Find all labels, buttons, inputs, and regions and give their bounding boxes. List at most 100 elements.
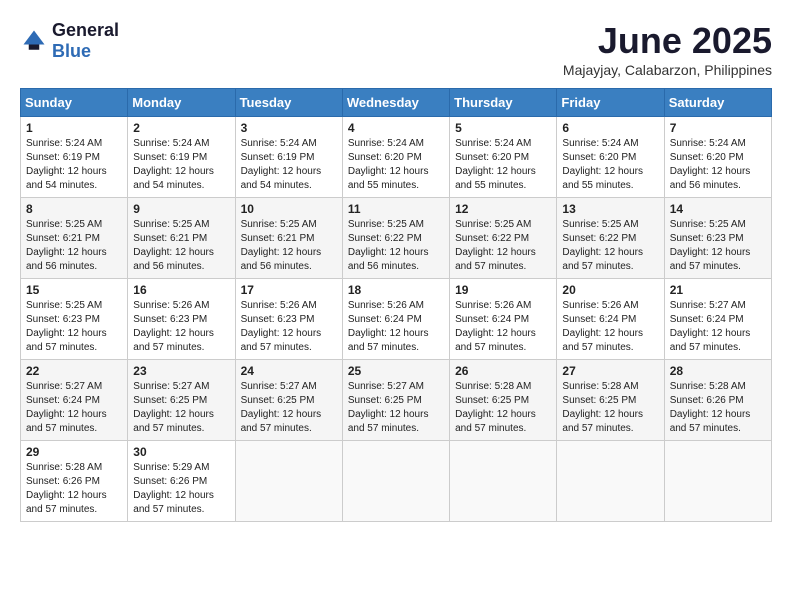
table-row: 22 Sunrise: 5:27 AM Sunset: 6:24 PM Dayl… bbox=[21, 360, 128, 441]
day-detail: Sunrise: 5:24 AM Sunset: 6:19 PM Dayligh… bbox=[26, 137, 122, 193]
table-row: 12 Sunrise: 5:25 AM Sunset: 6:22 PM Dayl… bbox=[450, 198, 557, 279]
table-row: 10 Sunrise: 5:25 AM Sunset: 6:21 PM Dayl… bbox=[235, 198, 342, 279]
table-row: 15 Sunrise: 5:25 AM Sunset: 6:23 PM Dayl… bbox=[21, 279, 128, 360]
table-row: 26 Sunrise: 5:28 AM Sunset: 6:25 PM Dayl… bbox=[450, 360, 557, 441]
table-row: 19 Sunrise: 5:26 AM Sunset: 6:24 PM Dayl… bbox=[450, 279, 557, 360]
table-row: 25 Sunrise: 5:27 AM Sunset: 6:25 PM Dayl… bbox=[342, 360, 449, 441]
day-detail: Sunrise: 5:27 AM Sunset: 6:25 PM Dayligh… bbox=[241, 380, 337, 436]
table-row bbox=[664, 441, 771, 522]
logo-text: General Blue bbox=[52, 20, 119, 62]
table-row: 1 Sunrise: 5:24 AM Sunset: 6:19 PM Dayli… bbox=[21, 117, 128, 198]
header-wednesday: Wednesday bbox=[342, 89, 449, 117]
day-detail: Sunrise: 5:28 AM Sunset: 6:26 PM Dayligh… bbox=[26, 461, 122, 517]
table-row bbox=[235, 441, 342, 522]
day-number: 17 bbox=[241, 283, 337, 297]
day-number: 8 bbox=[26, 202, 122, 216]
day-detail: Sunrise: 5:25 AM Sunset: 6:22 PM Dayligh… bbox=[455, 218, 551, 274]
table-row: 18 Sunrise: 5:26 AM Sunset: 6:24 PM Dayl… bbox=[342, 279, 449, 360]
day-number: 6 bbox=[562, 121, 658, 135]
day-detail: Sunrise: 5:26 AM Sunset: 6:24 PM Dayligh… bbox=[455, 299, 551, 355]
day-detail: Sunrise: 5:25 AM Sunset: 6:22 PM Dayligh… bbox=[562, 218, 658, 274]
day-number: 13 bbox=[562, 202, 658, 216]
day-detail: Sunrise: 5:27 AM Sunset: 6:24 PM Dayligh… bbox=[670, 299, 766, 355]
day-detail: Sunrise: 5:25 AM Sunset: 6:21 PM Dayligh… bbox=[26, 218, 122, 274]
logo: General Blue bbox=[20, 20, 119, 62]
day-detail: Sunrise: 5:26 AM Sunset: 6:23 PM Dayligh… bbox=[133, 299, 229, 355]
day-number: 21 bbox=[670, 283, 766, 297]
table-row: 17 Sunrise: 5:26 AM Sunset: 6:23 PM Dayl… bbox=[235, 279, 342, 360]
table-row: 30 Sunrise: 5:29 AM Sunset: 6:26 PM Dayl… bbox=[128, 441, 235, 522]
header-thursday: Thursday bbox=[450, 89, 557, 117]
day-detail: Sunrise: 5:24 AM Sunset: 6:20 PM Dayligh… bbox=[455, 137, 551, 193]
calendar-week-row: 8 Sunrise: 5:25 AM Sunset: 6:21 PM Dayli… bbox=[21, 198, 772, 279]
calendar-week-row: 1 Sunrise: 5:24 AM Sunset: 6:19 PM Dayli… bbox=[21, 117, 772, 198]
table-row: 13 Sunrise: 5:25 AM Sunset: 6:22 PM Dayl… bbox=[557, 198, 664, 279]
table-row: 7 Sunrise: 5:24 AM Sunset: 6:20 PM Dayli… bbox=[664, 117, 771, 198]
day-number: 19 bbox=[455, 283, 551, 297]
header-friday: Friday bbox=[557, 89, 664, 117]
page-header: General Blue June 2025 Majayjay, Calabar… bbox=[20, 20, 772, 78]
table-row bbox=[342, 441, 449, 522]
header-sunday: Sunday bbox=[21, 89, 128, 117]
table-row: 3 Sunrise: 5:24 AM Sunset: 6:19 PM Dayli… bbox=[235, 117, 342, 198]
day-detail: Sunrise: 5:26 AM Sunset: 6:24 PM Dayligh… bbox=[348, 299, 444, 355]
day-number: 3 bbox=[241, 121, 337, 135]
table-row: 21 Sunrise: 5:27 AM Sunset: 6:24 PM Dayl… bbox=[664, 279, 771, 360]
day-detail: Sunrise: 5:27 AM Sunset: 6:25 PM Dayligh… bbox=[348, 380, 444, 436]
day-detail: Sunrise: 5:25 AM Sunset: 6:22 PM Dayligh… bbox=[348, 218, 444, 274]
day-number: 4 bbox=[348, 121, 444, 135]
day-number: 24 bbox=[241, 364, 337, 378]
day-detail: Sunrise: 5:25 AM Sunset: 6:21 PM Dayligh… bbox=[133, 218, 229, 274]
day-detail: Sunrise: 5:26 AM Sunset: 6:24 PM Dayligh… bbox=[562, 299, 658, 355]
logo-icon bbox=[20, 27, 48, 55]
table-row: 28 Sunrise: 5:28 AM Sunset: 6:26 PM Dayl… bbox=[664, 360, 771, 441]
table-row: 11 Sunrise: 5:25 AM Sunset: 6:22 PM Dayl… bbox=[342, 198, 449, 279]
calendar-subtitle: Majayjay, Calabarzon, Philippines bbox=[563, 62, 772, 78]
day-number: 25 bbox=[348, 364, 444, 378]
day-number: 11 bbox=[348, 202, 444, 216]
day-detail: Sunrise: 5:24 AM Sunset: 6:20 PM Dayligh… bbox=[348, 137, 444, 193]
logo-blue: Blue bbox=[52, 41, 91, 61]
calendar-week-row: 29 Sunrise: 5:28 AM Sunset: 6:26 PM Dayl… bbox=[21, 441, 772, 522]
day-detail: Sunrise: 5:27 AM Sunset: 6:24 PM Dayligh… bbox=[26, 380, 122, 436]
day-number: 28 bbox=[670, 364, 766, 378]
day-number: 9 bbox=[133, 202, 229, 216]
header-tuesday: Tuesday bbox=[235, 89, 342, 117]
table-row: 4 Sunrise: 5:24 AM Sunset: 6:20 PM Dayli… bbox=[342, 117, 449, 198]
day-number: 29 bbox=[26, 445, 122, 459]
table-row: 27 Sunrise: 5:28 AM Sunset: 6:25 PM Dayl… bbox=[557, 360, 664, 441]
header-saturday: Saturday bbox=[664, 89, 771, 117]
table-row: 24 Sunrise: 5:27 AM Sunset: 6:25 PM Dayl… bbox=[235, 360, 342, 441]
table-row: 5 Sunrise: 5:24 AM Sunset: 6:20 PM Dayli… bbox=[450, 117, 557, 198]
day-number: 18 bbox=[348, 283, 444, 297]
day-number: 20 bbox=[562, 283, 658, 297]
calendar-week-row: 15 Sunrise: 5:25 AM Sunset: 6:23 PM Dayl… bbox=[21, 279, 772, 360]
day-detail: Sunrise: 5:24 AM Sunset: 6:19 PM Dayligh… bbox=[133, 137, 229, 193]
calendar-table: Sunday Monday Tuesday Wednesday Thursday… bbox=[20, 88, 772, 522]
table-row: 20 Sunrise: 5:26 AM Sunset: 6:24 PM Dayl… bbox=[557, 279, 664, 360]
table-row bbox=[557, 441, 664, 522]
header-monday: Monday bbox=[128, 89, 235, 117]
day-number: 26 bbox=[455, 364, 551, 378]
day-detail: Sunrise: 5:26 AM Sunset: 6:23 PM Dayligh… bbox=[241, 299, 337, 355]
day-detail: Sunrise: 5:28 AM Sunset: 6:26 PM Dayligh… bbox=[670, 380, 766, 436]
weekday-header-row: Sunday Monday Tuesday Wednesday Thursday… bbox=[21, 89, 772, 117]
table-row bbox=[450, 441, 557, 522]
day-number: 30 bbox=[133, 445, 229, 459]
day-number: 16 bbox=[133, 283, 229, 297]
day-number: 14 bbox=[670, 202, 766, 216]
day-detail: Sunrise: 5:24 AM Sunset: 6:20 PM Dayligh… bbox=[670, 137, 766, 193]
day-detail: Sunrise: 5:24 AM Sunset: 6:20 PM Dayligh… bbox=[562, 137, 658, 193]
day-number: 10 bbox=[241, 202, 337, 216]
calendar-title: June 2025 bbox=[563, 20, 772, 62]
table-row: 9 Sunrise: 5:25 AM Sunset: 6:21 PM Dayli… bbox=[128, 198, 235, 279]
day-detail: Sunrise: 5:28 AM Sunset: 6:25 PM Dayligh… bbox=[562, 380, 658, 436]
day-number: 23 bbox=[133, 364, 229, 378]
title-area: June 2025 Majayjay, Calabarzon, Philippi… bbox=[563, 20, 772, 78]
day-detail: Sunrise: 5:27 AM Sunset: 6:25 PM Dayligh… bbox=[133, 380, 229, 436]
day-number: 22 bbox=[26, 364, 122, 378]
day-detail: Sunrise: 5:24 AM Sunset: 6:19 PM Dayligh… bbox=[241, 137, 337, 193]
day-number: 12 bbox=[455, 202, 551, 216]
day-number: 27 bbox=[562, 364, 658, 378]
table-row: 2 Sunrise: 5:24 AM Sunset: 6:19 PM Dayli… bbox=[128, 117, 235, 198]
